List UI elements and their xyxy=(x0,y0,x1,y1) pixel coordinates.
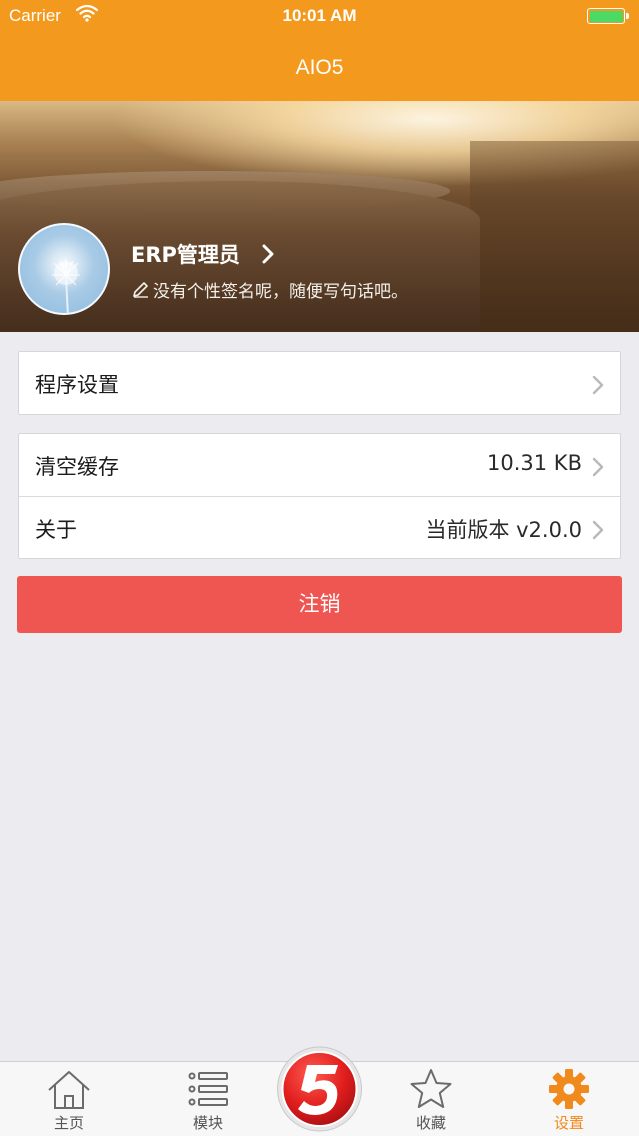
tab-favorites-label: 收藏 xyxy=(415,1114,446,1132)
star-icon xyxy=(410,1069,452,1108)
nav-bar: Carrier 10:01 AM AIO5 xyxy=(0,0,639,101)
tab-home-label: 主页 xyxy=(53,1114,84,1132)
settings-group-program: 程序设置 xyxy=(18,351,621,415)
pencil-icon xyxy=(133,282,148,298)
program-settings-row[interactable]: 程序设置 xyxy=(19,352,620,414)
settings-group-general: 清空缓存 10.31 KB 关于 当前版本 v2.0.0 xyxy=(18,433,621,559)
tab-modules[interactable]: 模块 xyxy=(158,1062,258,1136)
tab-favorites[interactable]: 收藏 xyxy=(381,1062,481,1136)
chevron-right-icon[interactable] xyxy=(261,243,275,265)
profile-name[interactable]: ERP管理员 xyxy=(131,239,240,269)
chevron-right-icon xyxy=(592,375,604,395)
avatar[interactable] xyxy=(18,223,110,315)
about-label: 关于 xyxy=(35,518,77,542)
clock: 10:01 AM xyxy=(282,6,357,25)
gear-icon xyxy=(549,1069,589,1109)
cache-size-value: 10.31 KB xyxy=(487,451,582,475)
battery-icon xyxy=(587,8,629,24)
tab-settings[interactable]: 设置 xyxy=(519,1062,619,1136)
clear-cache-row[interactable]: 清空缓存 10.31 KB xyxy=(19,434,620,496)
signature-text: 没有个性签名呢，随便写句话吧。 xyxy=(153,282,408,302)
home-icon xyxy=(48,1071,90,1109)
list-icon xyxy=(188,1072,228,1106)
chevron-right-icon xyxy=(592,520,604,540)
about-row[interactable]: 关于 当前版本 v2.0.0 xyxy=(19,496,620,558)
version-value: 当前版本 v2.0.0 xyxy=(425,518,582,542)
brand-5-logo-icon[interactable] xyxy=(276,1043,363,1136)
profile-banner: ERP管理员 没有个性签名呢，随便写句话吧。 xyxy=(0,101,639,332)
tab-modules-label: 模块 xyxy=(192,1114,223,1132)
program-settings-label: 程序设置 xyxy=(35,373,119,397)
chevron-right-icon xyxy=(592,457,604,477)
tab-home[interactable]: 主页 xyxy=(19,1062,119,1136)
status-bar: Carrier 10:01 AM xyxy=(0,0,639,34)
dandelion-icon xyxy=(52,259,80,313)
logout-button[interactable]: 注销 xyxy=(17,576,622,633)
page-title: AIO5 xyxy=(295,56,344,79)
clear-cache-label: 清空缓存 xyxy=(35,455,119,479)
tab-settings-label: 设置 xyxy=(553,1114,584,1132)
banner-background-right xyxy=(470,141,639,332)
